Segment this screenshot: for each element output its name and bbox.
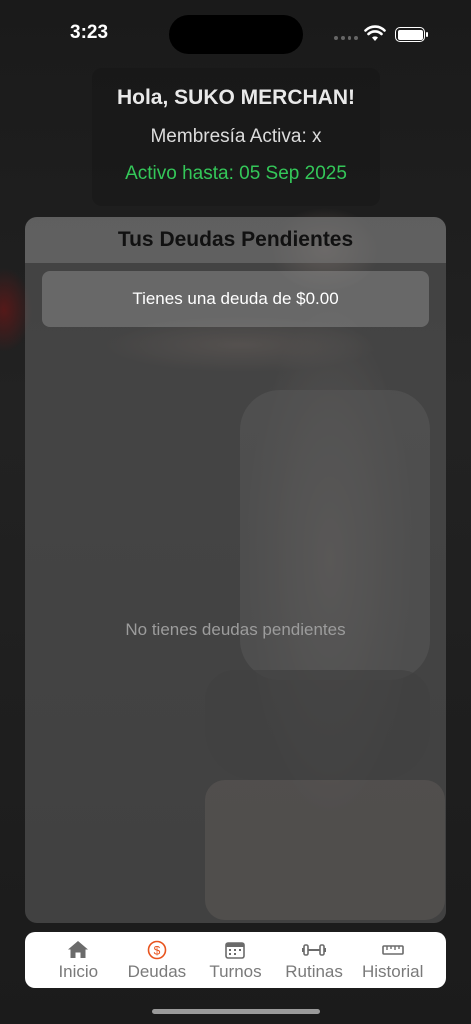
tab-label: Rutinas <box>285 961 343 981</box>
home-indicator[interactable] <box>152 1009 320 1014</box>
svg-text:$: $ <box>154 943 161 957</box>
tab-turnos[interactable]: Turnos <box>197 932 273 988</box>
tab-deudas[interactable]: $ Deudas <box>119 932 195 988</box>
tab-rutinas[interactable]: Rutinas <box>276 932 352 988</box>
debts-title: Tus Deudas Pendientes <box>117 228 354 251</box>
tab-label: Inicio <box>58 961 99 981</box>
dollar-circle-icon: $ <box>147 939 167 961</box>
tab-label: Turnos <box>209 961 262 981</box>
ruler-icon <box>381 939 404 961</box>
tab-inicio[interactable]: Inicio <box>40 932 116 988</box>
active-until-date: Activo hasta: 05 Sep 2025 <box>125 163 347 184</box>
greeting-card: Hola, SUKO MERCHAN! Membresía Activa: x … <box>92 68 380 206</box>
greeting-title: Hola, SUKO MERCHAN! <box>116 86 355 109</box>
empty-debts-message: No tienes deudas pendientes <box>125 620 346 639</box>
debt-summary-card: Tienes una deuda de $0.00 <box>42 271 429 327</box>
tab-label: Deudas <box>127 961 187 981</box>
debts-header: Tus Deudas Pendientes <box>25 217 446 263</box>
tab-label: Historial <box>361 961 424 981</box>
dynamic-island <box>169 15 303 54</box>
house-icon <box>67 939 89 961</box>
debts-panel: Tus Deudas Pendientes Tienes una deuda d… <box>25 217 446 923</box>
wifi-icon <box>364 25 386 41</box>
calendar-icon <box>225 939 246 961</box>
battery-icon <box>395 27 428 42</box>
tab-historial[interactable]: Historial <box>355 932 431 988</box>
debt-summary-text: Tienes una deuda de $0.00 <box>132 289 339 308</box>
dumbbell-icon <box>302 939 327 961</box>
membership-status: Membresía Activa: x <box>150 126 322 147</box>
status-time: 3:23 <box>70 22 109 43</box>
signal-icon <box>334 36 358 42</box>
tab-bar: Inicio $ Deudas Turnos Rutinas Historial <box>25 932 446 988</box>
status-bar: 3:23 <box>0 0 471 60</box>
